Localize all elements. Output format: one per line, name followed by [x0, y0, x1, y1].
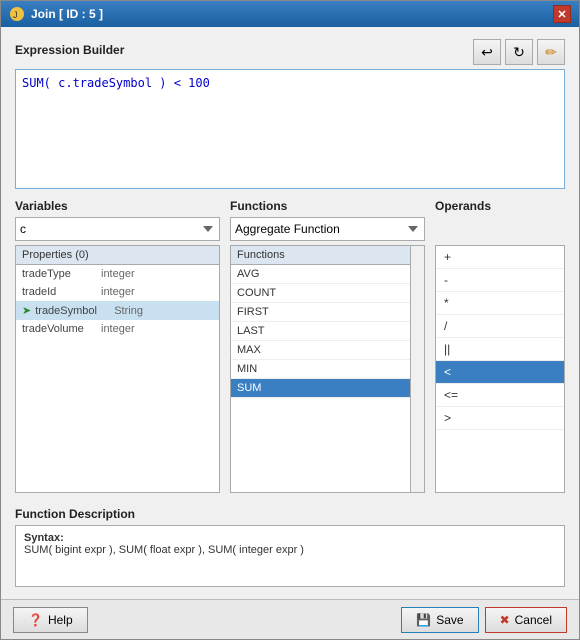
- content-area: Expression Builder ↩ ↻ ✏ SUM( c.tradeSym…: [1, 27, 579, 599]
- save-icon: 💾: [416, 613, 431, 627]
- prop-type-tradevolume: integer: [101, 323, 135, 335]
- function-description-section: Function Description Syntax: SUM( bigint…: [15, 507, 565, 587]
- save-label: Save: [436, 613, 463, 627]
- func-item-last[interactable]: LAST: [231, 322, 410, 341]
- svg-text:J: J: [13, 10, 18, 20]
- refresh-button[interactable]: ↻: [505, 39, 533, 65]
- save-button[interactable]: 💾 Save: [401, 607, 478, 633]
- prop-row-tradesymbol[interactable]: ➤ tradeSymbol String: [16, 301, 219, 320]
- close-button[interactable]: ✕: [553, 5, 571, 23]
- functions-scrollbar[interactable]: [410, 246, 424, 492]
- func-item-count[interactable]: COUNT: [231, 284, 410, 303]
- operand-greater-than[interactable]: >: [436, 407, 564, 430]
- operands-column: Operands + - * / || < <= >: [435, 199, 565, 493]
- expression-builder-section: Expression Builder ↩ ↻ ✏ SUM( c.tradeSym…: [15, 39, 565, 189]
- syntax-label: Syntax:: [24, 532, 64, 544]
- functions-list: Functions AVG COUNT FIRST LAST MAX MIN S…: [230, 245, 425, 493]
- operand-plus[interactable]: +: [436, 246, 564, 269]
- bottom-bar: ❓ Help 💾 Save ✖ Cancel: [1, 599, 579, 639]
- expression-text-area[interactable]: SUM( c.tradeSymbol ) < 100: [15, 69, 565, 189]
- help-button[interactable]: ❓ Help: [13, 607, 88, 633]
- help-label: Help: [48, 613, 73, 627]
- main-window: J Join [ ID : 5 ] ✕ Expression Builder ↩…: [0, 0, 580, 640]
- columns-section: Variables c Properties (0) tradeType int…: [15, 199, 565, 493]
- functions-column: Functions Aggregate Function Functions A…: [230, 199, 425, 493]
- pencil-icon: ✏: [545, 44, 557, 61]
- operand-multiply[interactable]: *: [436, 292, 564, 315]
- undo-icon: ↩: [481, 44, 493, 61]
- prop-type-tradesymbol: String: [114, 305, 143, 317]
- operands-list: + - * / || < <= >: [435, 245, 565, 493]
- func-item-avg[interactable]: AVG: [231, 265, 410, 284]
- function-description-label: Function Description: [15, 507, 135, 521]
- func-item-first[interactable]: FIRST: [231, 303, 410, 322]
- prop-name-tradeid: tradeId: [22, 286, 97, 298]
- edit-button[interactable]: ✏: [537, 39, 565, 65]
- expression-value: SUM( c.tradeSymbol ) < 100: [22, 76, 210, 90]
- cancel-label: Cancel: [515, 613, 552, 627]
- prop-name-tradetype: tradeType: [22, 268, 97, 280]
- func-item-sum[interactable]: SUM: [231, 379, 410, 398]
- functions-label: Functions: [230, 199, 425, 213]
- window-icon: J: [9, 6, 25, 22]
- expression-builder-label: Expression Builder: [15, 43, 124, 57]
- undo-button[interactable]: ↩: [473, 39, 501, 65]
- functions-dropdown[interactable]: Aggregate Function: [230, 217, 425, 241]
- arrow-icon-tradesymbol: ➤: [22, 304, 31, 317]
- action-buttons: 💾 Save ✖ Cancel: [401, 607, 567, 633]
- help-icon: ❓: [28, 613, 43, 627]
- syntax-description: SUM( bigint expr ), SUM( float expr ), S…: [24, 544, 304, 556]
- functions-list-header: Functions: [231, 246, 424, 265]
- prop-row-tradevolume[interactable]: tradeVolume integer: [16, 320, 219, 338]
- prop-name-tradesymbol: tradeSymbol: [35, 305, 110, 317]
- operand-minus[interactable]: -: [436, 269, 564, 292]
- operand-divide[interactable]: /: [436, 315, 564, 338]
- operands-label: Operands: [435, 199, 565, 213]
- title-bar: J Join [ ID : 5 ] ✕: [1, 1, 579, 27]
- operand-less-than[interactable]: <: [436, 361, 564, 384]
- expr-toolbar: ↩ ↻ ✏: [473, 39, 565, 65]
- variables-label: Variables: [15, 199, 220, 213]
- prop-type-tradeid: integer: [101, 286, 135, 298]
- cancel-button[interactable]: ✖ Cancel: [485, 607, 567, 633]
- functions-list-inner: AVG COUNT FIRST LAST MAX MIN SUM: [231, 265, 424, 398]
- operand-less-equal[interactable]: <=: [436, 384, 564, 407]
- cancel-icon: ✖: [500, 613, 510, 627]
- func-item-max[interactable]: MAX: [231, 341, 410, 360]
- prop-type-tradetype: integer: [101, 268, 135, 280]
- prop-name-tradevolume: tradeVolume: [22, 323, 97, 335]
- properties-list: Properties (0) tradeType integer tradeId…: [15, 245, 220, 493]
- expr-header: Expression Builder ↩ ↻ ✏: [15, 39, 565, 65]
- variables-dropdown[interactable]: c: [15, 217, 220, 241]
- variables-column: Variables c Properties (0) tradeType int…: [15, 199, 220, 493]
- function-description-box: Syntax: SUM( bigint expr ), SUM( float e…: [15, 525, 565, 587]
- properties-header: Properties (0): [16, 246, 219, 265]
- prop-row-tradeid[interactable]: tradeId integer: [16, 283, 219, 301]
- prop-row-tradetype[interactable]: tradeType integer: [16, 265, 219, 283]
- operand-concat[interactable]: ||: [436, 338, 564, 361]
- refresh-icon: ↻: [513, 44, 525, 61]
- title-bar-left: J Join [ ID : 5 ]: [9, 6, 103, 22]
- func-item-min[interactable]: MIN: [231, 360, 410, 379]
- window-title: Join [ ID : 5 ]: [31, 7, 103, 21]
